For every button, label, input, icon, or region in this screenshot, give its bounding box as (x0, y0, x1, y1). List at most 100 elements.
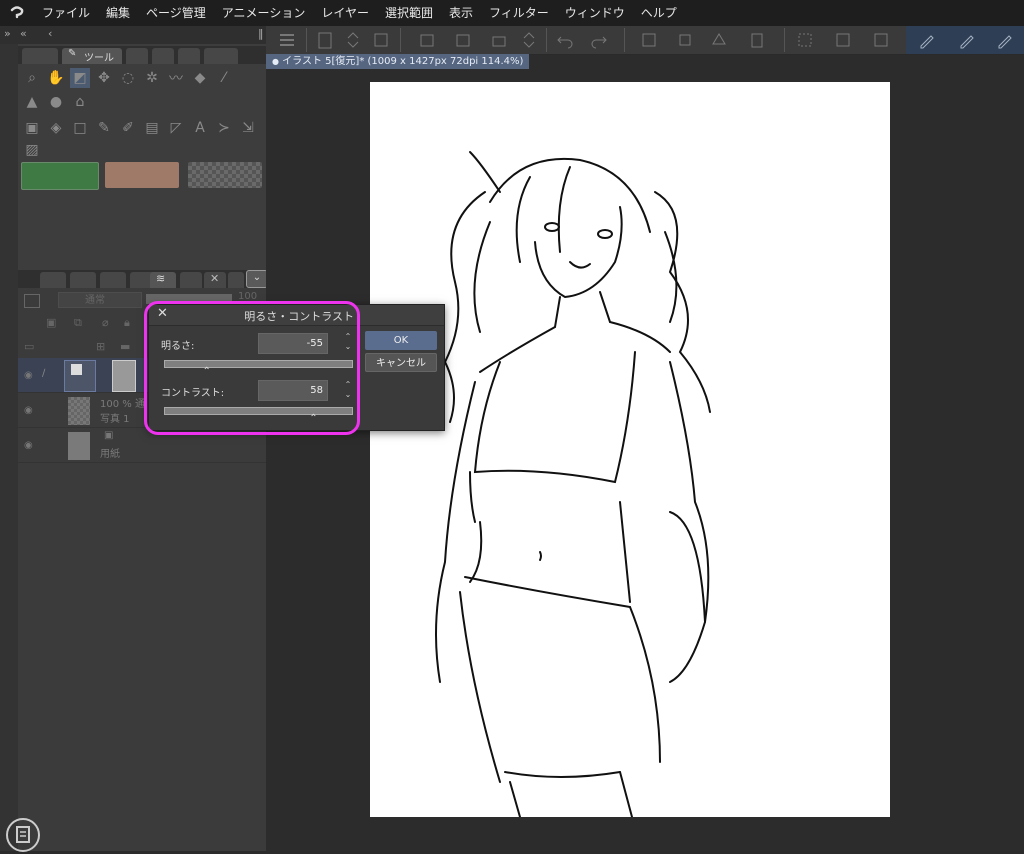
gradient-icon[interactable]: ▣ (22, 118, 42, 138)
stepper-icon[interactable] (342, 29, 364, 51)
sync-icon[interactable] (6, 818, 40, 852)
open-icon[interactable] (416, 29, 438, 51)
dialog-titlebar[interactable]: ✕ 明るさ・コントラスト (149, 305, 444, 326)
hand-icon[interactable]: ✋ (46, 68, 66, 88)
menu-edit[interactable]: 編集 (98, 0, 138, 26)
sub-color-swatch[interactable] (105, 162, 179, 188)
blend-tool-icon[interactable]: ▨ (22, 140, 42, 160)
contrast-slider[interactable] (164, 407, 353, 415)
pen-b-icon[interactable] (956, 29, 978, 51)
lasso-icon[interactable]: ◌ (118, 68, 138, 88)
move-icon[interactable]: ✥ (94, 68, 114, 88)
select-icon[interactable] (794, 29, 816, 51)
chevron-down-icon[interactable]: ⌄ (246, 270, 268, 288)
rectangle-icon[interactable]: □ (70, 118, 90, 138)
menu-help[interactable]: ヘルプ (633, 0, 685, 26)
menu-filter[interactable]: フィルター (481, 0, 557, 26)
document-tab[interactable]: ● イラスト 5[復元]* (1009 x 1427px 72dpi 114.4… (266, 54, 530, 69)
zoom-icon[interactable]: ⌕ (22, 68, 42, 88)
tab-item-bank[interactable] (180, 272, 202, 288)
tab-sub-tool-icon[interactable] (22, 48, 58, 64)
tab-brush-size[interactable] (152, 48, 174, 64)
clip-icon[interactable]: ▣ (46, 316, 56, 329)
clear-icon[interactable] (638, 29, 660, 51)
tab-layer[interactable]: ≋ (150, 272, 176, 288)
brightness-slider-handle[interactable]: ⌃ (203, 366, 211, 377)
frame-icon[interactable]: ▤ (142, 118, 162, 138)
eye-icon[interactable]: ◉ (24, 440, 33, 451)
contrast-slider-handle[interactable]: ⌃ (309, 413, 317, 424)
draft-icon[interactable]: ⌀ (102, 316, 109, 329)
tab-search[interactable] (228, 272, 244, 288)
operation-icon[interactable]: ◩ (70, 68, 90, 88)
crop-icon[interactable] (746, 29, 768, 51)
collapse-arrows-icon[interactable]: » (4, 27, 11, 40)
close-icon[interactable]: ✕ (157, 306, 168, 321)
tab-navigator[interactable] (40, 272, 66, 288)
export-icon[interactable] (452, 29, 474, 51)
pen-icon[interactable]: 〰 (166, 68, 186, 88)
panel-grip-icon[interactable]: ‖ (258, 27, 264, 40)
folder-icon[interactable]: ▬ (120, 340, 130, 353)
undo-icon[interactable] (554, 29, 576, 51)
brightness-slider[interactable] (164, 360, 353, 368)
app-logo-icon[interactable] (0, 0, 34, 26)
layer-color-icon[interactable] (24, 294, 40, 308)
reference-icon[interactable]: ⧉ (74, 316, 82, 330)
eyedropper-icon[interactable]: ⁄ (214, 68, 234, 88)
contrast-stepper[interactable]: ⌃ ⌄ (341, 380, 355, 402)
close-panel-icon[interactable]: ✕ (204, 272, 226, 288)
tab-history[interactable] (100, 272, 126, 288)
menu-window[interactable]: ウィンドウ (557, 0, 633, 26)
expand-arrows-icon[interactable]: « (20, 27, 27, 40)
blend-mode-select[interactable]: 通常 (58, 292, 142, 308)
house-icon[interactable]: ⌂ (70, 92, 90, 112)
tab-material[interactable] (204, 48, 238, 64)
save-icon[interactable] (370, 29, 392, 51)
redo-icon[interactable] (588, 29, 610, 51)
brightness-input[interactable] (258, 333, 328, 354)
menu-file[interactable]: ファイル (34, 0, 98, 26)
tab-layer-property[interactable] (70, 272, 96, 288)
main-color-swatch[interactable] (21, 162, 99, 190)
new-file-icon[interactable] (314, 29, 336, 51)
contrast-input[interactable] (258, 380, 328, 401)
chevron-left-icon[interactable]: ‹ (48, 27, 52, 40)
invert-icon[interactable] (832, 29, 854, 51)
menu-animation[interactable]: アニメーション (214, 0, 314, 26)
pen-c-icon[interactable] (994, 29, 1016, 51)
new-layer-icon[interactable]: ⊞ (96, 340, 105, 353)
menu-layer[interactable]: レイヤー (313, 0, 377, 26)
eye-icon[interactable]: ◉ (24, 405, 33, 416)
pen-a-icon[interactable] (916, 29, 938, 51)
correct-line-icon[interactable]: ⇲ (238, 118, 258, 138)
fill-bucket-icon[interactable]: ▲ (22, 92, 42, 112)
figure-icon[interactable]: ✎ (94, 118, 114, 138)
layer-row[interactable]: ◉ ▣ 用紙 (18, 428, 266, 463)
text-icon[interactable]: A (190, 118, 210, 138)
blend-icon[interactable]: ● (46, 92, 66, 112)
ok-button[interactable]: OK (365, 331, 437, 350)
balloon-icon[interactable]: ≻ (214, 118, 234, 138)
tab-color[interactable] (178, 48, 200, 64)
menu-view[interactable]: 表示 (441, 0, 481, 26)
menu-page[interactable]: ページ管理 (138, 0, 214, 26)
ruler-icon[interactable]: ✐ (118, 118, 138, 138)
lock-icon[interactable]: 🔒︎ (124, 316, 130, 330)
fill-icon[interactable]: ◈ (46, 118, 66, 138)
tab-properties[interactable] (126, 48, 148, 64)
brightness-stepper[interactable]: ⌃ ⌄ (341, 332, 355, 354)
layer-mask-icon[interactable]: ▭ (24, 340, 34, 353)
tab-tool[interactable]: ✎ ツール (62, 48, 122, 64)
transform-icon[interactable] (674, 29, 696, 51)
eye-icon[interactable]: ◉ (24, 370, 33, 381)
stepper-icon[interactable] (518, 29, 540, 51)
magic-wand-icon[interactable]: ✲ (142, 68, 162, 88)
transparent-swatch[interactable] (188, 162, 262, 188)
deselect-icon[interactable] (870, 29, 892, 51)
opacity-slider[interactable] (146, 294, 232, 304)
drawing-canvas[interactable] (370, 82, 890, 818)
eraser-icon[interactable]: ◆ (190, 68, 210, 88)
fill-icon[interactable] (708, 29, 730, 51)
cancel-button[interactable]: キャンセル (365, 353, 437, 372)
